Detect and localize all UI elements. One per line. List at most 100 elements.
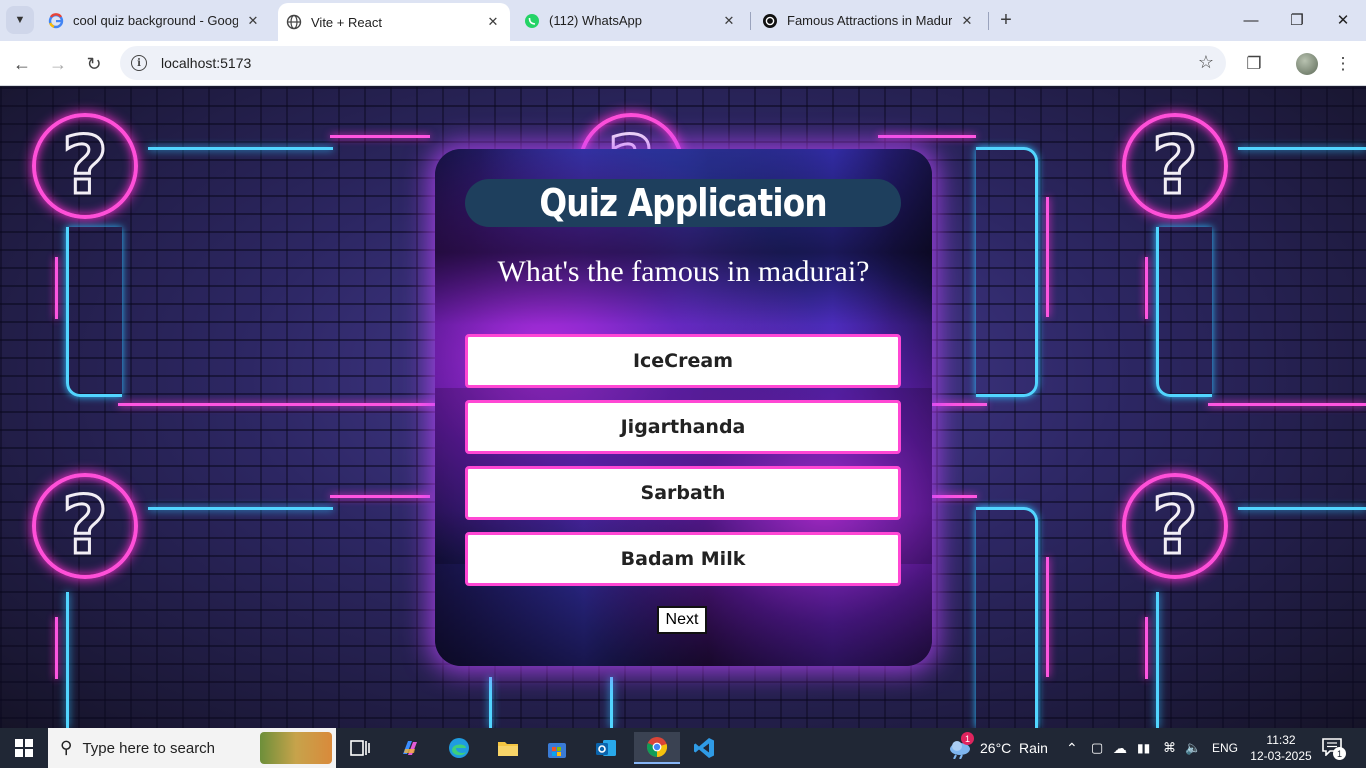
notification-center-button[interactable]: 1: [1322, 728, 1346, 768]
edge-button[interactable]: [439, 732, 479, 764]
next-button[interactable]: Next: [657, 606, 707, 634]
weather-badge: 1: [961, 732, 974, 745]
neon-line: [878, 135, 976, 138]
taskbar-search[interactable]: ⚲ Type here to search: [48, 728, 336, 768]
volume-button[interactable]: 🔈: [1185, 728, 1201, 768]
neon-line: [1156, 592, 1159, 728]
restore-icon: ❐: [1290, 12, 1304, 29]
vscode-button[interactable]: [684, 732, 724, 764]
tab-vite-react[interactable]: Vite + React ✕: [278, 3, 510, 41]
clock[interactable]: 11:32 12-03-2025: [1250, 728, 1312, 768]
search-highlight-image: [260, 732, 332, 764]
cloud-icon: ☁: [1113, 739, 1127, 756]
neon-line: [932, 495, 977, 498]
quiz-card: Quiz Application What's the famous in ma…: [435, 149, 932, 666]
chrome-button[interactable]: [634, 732, 680, 764]
neon-line: [610, 677, 613, 728]
back-button[interactable]: ←: [8, 50, 36, 78]
minimize-icon: —: [1243, 11, 1259, 29]
reload-button[interactable]: ↻: [80, 50, 108, 78]
neon-line: [118, 403, 438, 406]
neon-line: [489, 677, 492, 728]
tab-separator: [988, 12, 989, 30]
close-icon[interactable]: ✕: [244, 12, 262, 30]
folder-icon: [498, 742, 518, 756]
new-tab-button[interactable]: +: [994, 8, 1018, 32]
meet-now-button[interactable]: ▢: [1091, 728, 1103, 768]
neon-line: [1046, 557, 1049, 677]
forward-button[interactable]: →: [44, 50, 72, 78]
profile-button[interactable]: [1294, 51, 1320, 77]
restore-button[interactable]: ❐: [1282, 6, 1312, 34]
tab-whatsapp[interactable]: (112) WhatsApp ✕: [516, 0, 746, 41]
network-button[interactable]: ⌘: [1163, 728, 1176, 768]
tab-madurai-attractions[interactable]: Famous Attractions in Madurai ✕: [754, 0, 984, 41]
store-button[interactable]: [537, 732, 577, 764]
wifi-icon: ⌘: [1163, 740, 1176, 755]
globe-icon: [286, 14, 302, 30]
bookmark-star-icon[interactable]: ☆: [1198, 52, 1214, 73]
neon-line: [148, 147, 333, 150]
google-g-icon: [48, 12, 64, 29]
tab-separator: [750, 12, 751, 30]
arrow-left-icon: ←: [13, 53, 31, 74]
windows-taskbar: ⚲ Type here to search 1 26°C Rain ⌃ ▢ ☁ …: [0, 728, 1366, 768]
outlook-icon: [596, 740, 616, 756]
start-button[interactable]: [0, 728, 48, 768]
option-button[interactable]: Jigarthanda: [465, 400, 901, 454]
copilot-button[interactable]: [390, 732, 430, 764]
puzzle-icon: ❐: [1246, 54, 1262, 73]
address-bar[interactable]: i localhost:5173 ☆: [120, 46, 1226, 80]
tab-google-search[interactable]: cool quiz background - Google ✕: [40, 0, 270, 41]
outlook-button[interactable]: [586, 732, 626, 764]
question-mark-icon: ?: [1122, 473, 1228, 579]
browser-toolbar: ← → ↻ i localhost:5173 ☆ ❐ ⋮: [0, 41, 1366, 86]
option-button[interactable]: Sarbath: [465, 466, 901, 520]
neon-line: [1046, 197, 1049, 317]
kebab-menu-icon: ⋮: [1334, 54, 1352, 73]
chevron-down-icon: ▼: [14, 14, 26, 26]
whatsapp-icon: [524, 13, 540, 29]
chrome-icon: [646, 737, 668, 758]
search-icon: ⚲: [60, 738, 73, 757]
weather-text: 26°C Rain: [980, 740, 1048, 756]
onedrive-button[interactable]: ☁: [1113, 728, 1127, 768]
menu-button[interactable]: ⋮: [1330, 51, 1356, 77]
windows-logo-icon: [15, 739, 33, 757]
tab-search-button[interactable]: ▼: [6, 6, 34, 34]
notification-badge: 1: [1333, 747, 1346, 760]
rain-cloud-icon: 1: [948, 732, 974, 760]
extensions-button[interactable]: ❐: [1241, 51, 1267, 77]
option-button[interactable]: IceCream: [465, 334, 901, 388]
neon-line: [330, 495, 430, 498]
weather-widget[interactable]: 1 26°C Rain: [948, 728, 1048, 768]
device-icon: ▢: [1091, 740, 1104, 755]
option-button[interactable]: Badam Milk: [465, 532, 901, 586]
battery-button[interactable]: ▮▮: [1137, 728, 1150, 768]
clock-time: 11:32: [1266, 733, 1296, 747]
close-window-button[interactable]: ✕: [1328, 6, 1358, 34]
neon-line: [1145, 617, 1148, 679]
quiz-title: Quiz Application: [539, 181, 827, 225]
site-info-icon[interactable]: i: [131, 55, 147, 71]
tab-title: Famous Attractions in Madurai: [787, 13, 952, 28]
show-hidden-icons-button[interactable]: ⌃: [1066, 728, 1078, 768]
task-view-icon: [350, 740, 370, 756]
neon-line: [66, 592, 69, 728]
file-explorer-button[interactable]: [488, 732, 528, 764]
language-indicator[interactable]: ENG: [1212, 728, 1238, 768]
task-view-button[interactable]: [340, 732, 380, 764]
search-placeholder: Type here to search: [82, 739, 216, 757]
tab-title: Vite + React: [311, 14, 382, 30]
question-mark-icon: ?: [32, 113, 138, 219]
page-viewport: ? ? ? ? ? Quiz Application What's the fa…: [0, 87, 1366, 728]
address-text[interactable]: localhost:5173: [161, 55, 251, 71]
close-icon[interactable]: ✕: [484, 13, 502, 31]
neon-frame: [1156, 227, 1212, 397]
vscode-icon: [694, 738, 714, 758]
close-icon[interactable]: ✕: [958, 12, 976, 30]
speaker-icon: 🔈: [1185, 740, 1202, 755]
close-icon[interactable]: ✕: [720, 12, 738, 30]
neon-frame: [976, 507, 1038, 728]
minimize-button[interactable]: —: [1236, 6, 1266, 34]
